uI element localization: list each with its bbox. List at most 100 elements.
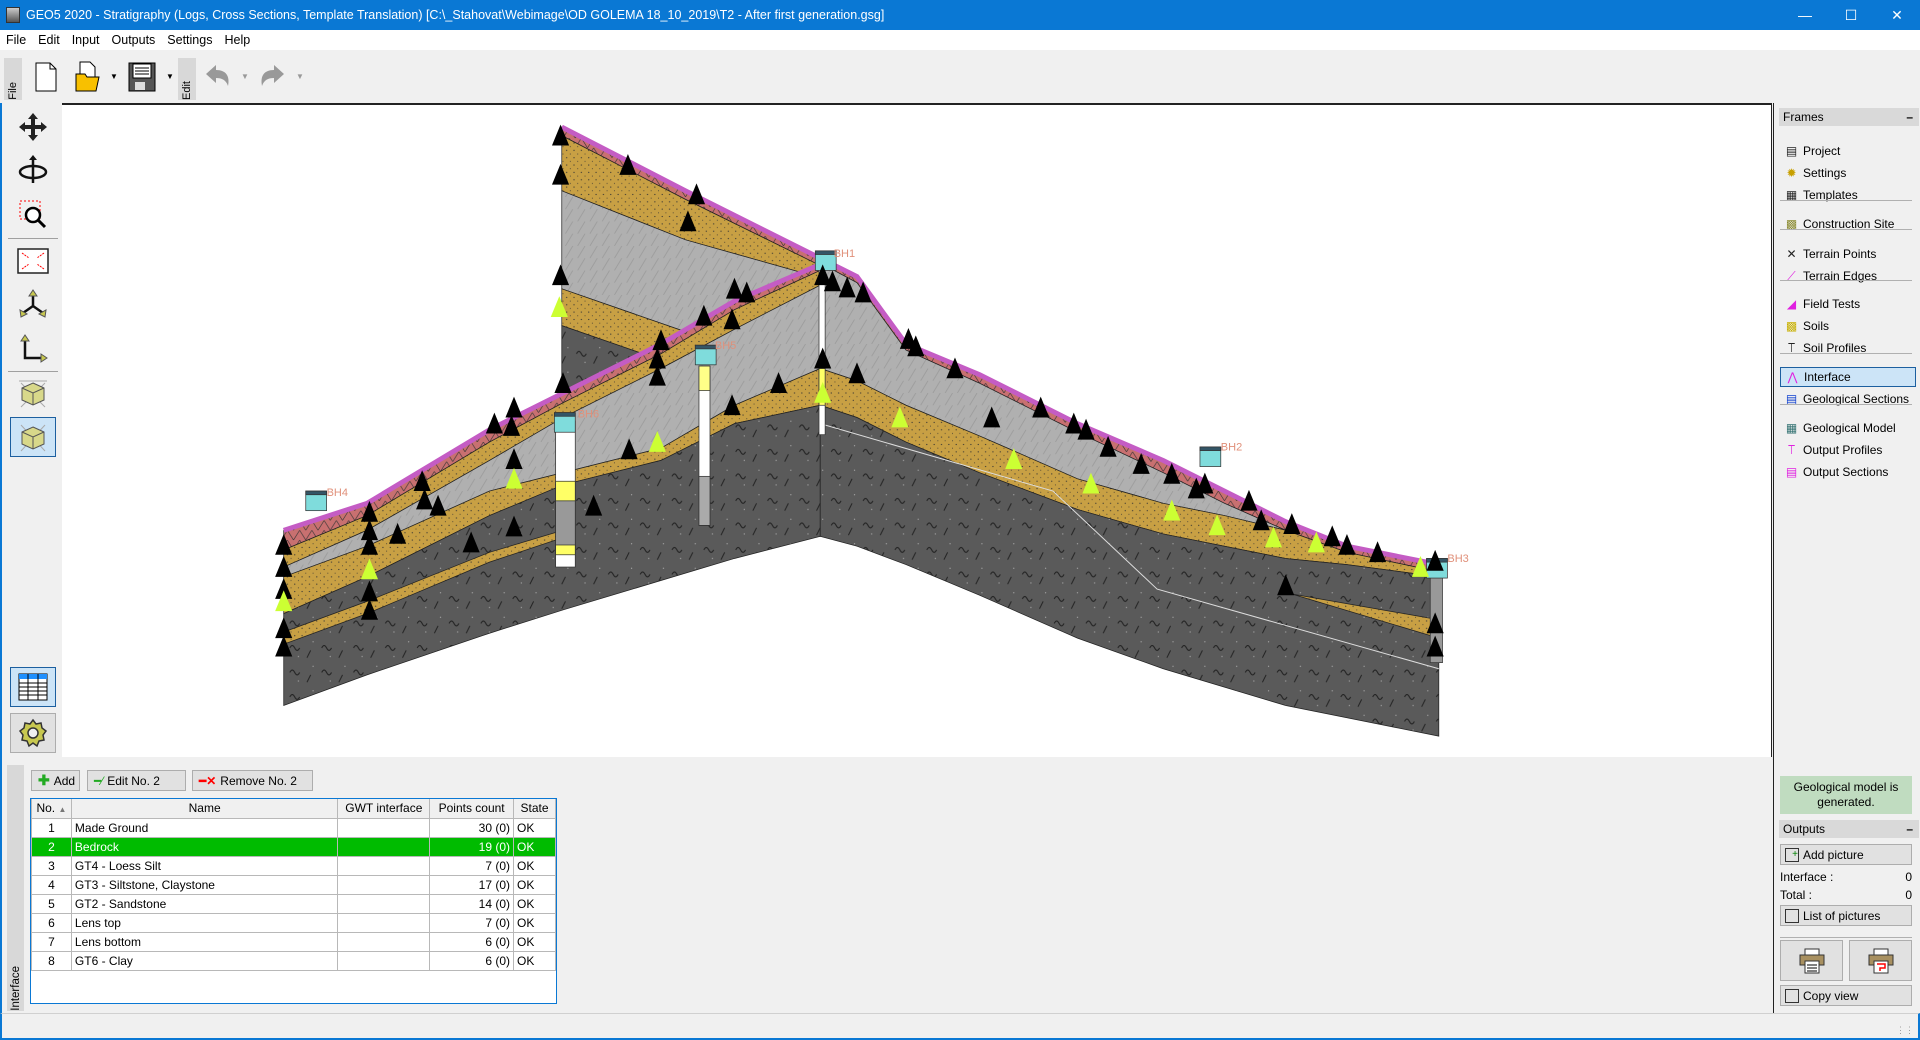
table-row[interactable]: 7 Lens bottom 6 (0) OK xyxy=(31,931,556,952)
table-row[interactable]: 2 Bedrock 19 (0) OK xyxy=(31,836,556,857)
interface-tab[interactable]: Interface xyxy=(7,765,24,1011)
collapse-icon[interactable]: – xyxy=(1906,820,1913,838)
remove-button[interactable]: ━✕ Remove No. 2 xyxy=(192,770,313,791)
undo-dropdown-icon[interactable]: ▼ xyxy=(241,72,249,81)
table-row[interactable]: 1 Made Ground 30 (0) OK xyxy=(31,817,556,838)
frame-item-terrain-edges[interactable]: ⟋ Terrain Edges xyxy=(1780,266,1916,286)
edit-toolbar-tab[interactable]: Edit xyxy=(178,58,196,100)
minimize-button[interactable]: — xyxy=(1782,0,1828,30)
collapse-icon[interactable]: – xyxy=(1906,108,1913,126)
frame-item-output-profiles[interactable]: ⟙ Output Profiles xyxy=(1780,440,1916,460)
frame-item-soils[interactable]: ▩ Soils xyxy=(1780,316,1916,336)
maximize-button[interactable]: ☐ xyxy=(1828,0,1874,30)
settings-button[interactable] xyxy=(10,713,56,753)
table-row[interactable]: 3 GT4 - Loess Silt 7 (0) OK xyxy=(31,855,556,876)
print-pdf-button[interactable] xyxy=(1849,940,1912,981)
status-message: Geological model is generated. xyxy=(1780,776,1912,814)
frame-item-output-sections[interactable]: ▤ Output Sections xyxy=(1780,462,1916,482)
axes-3d-button[interactable] xyxy=(10,284,56,324)
column-header-state[interactable]: State xyxy=(513,799,556,819)
geological-model-3d[interactable]: BH1 BH2 BH3 BH4 BH5 BH6 xyxy=(62,105,1772,757)
cell-points: 17 (0) xyxy=(429,874,515,895)
rotate-button[interactable] xyxy=(10,150,56,190)
column-header-name[interactable]: Name xyxy=(70,799,339,819)
print-button[interactable] xyxy=(1780,940,1843,981)
cell-state: OK xyxy=(513,855,556,876)
redo-icon[interactable] xyxy=(256,60,288,94)
interface-point[interactable] xyxy=(505,396,523,418)
view-top-button[interactable] xyxy=(10,373,56,413)
new-file-icon[interactable] xyxy=(30,60,62,94)
menu-help[interactable]: Help xyxy=(224,33,250,47)
frame-item-field-tests[interactable]: ◢ Field Tests xyxy=(1780,294,1916,314)
interface-count-value: 0 xyxy=(1905,870,1912,884)
zoom-window-button[interactable] xyxy=(10,194,56,234)
cell-state: OK xyxy=(513,817,556,838)
open-file-icon[interactable] xyxy=(72,60,104,94)
borehole-head-top xyxy=(1199,446,1222,451)
separator xyxy=(8,371,58,372)
sort-ascending-icon: ▲ xyxy=(58,805,67,815)
column-header-no[interactable]: No. ▲ xyxy=(31,799,72,819)
copy-view-button[interactable]: Copy view xyxy=(1780,985,1912,1006)
table-row[interactable]: 4 GT3 - Siltstone, Claystone 17 (0) OK xyxy=(31,874,556,895)
menu-edit[interactable]: Edit xyxy=(38,33,60,47)
list-of-pictures-button[interactable]: List of pictures xyxy=(1780,905,1912,926)
menu-file[interactable]: File xyxy=(6,33,26,47)
cell-points: 7 (0) xyxy=(429,912,515,933)
zoom-extents-button[interactable] xyxy=(10,241,56,281)
file-toolbar-tab[interactable]: File xyxy=(4,58,22,100)
frames-header[interactable]: Frames – xyxy=(1779,108,1919,126)
frame-item-geological-model[interactable]: ▦ Geological Model xyxy=(1780,418,1916,438)
add-picture-button[interactable]: + Add picture xyxy=(1780,844,1912,865)
interface-table: No. ▲ Name GWT interface Points count St… xyxy=(30,798,557,1004)
separator xyxy=(1780,200,1912,201)
table-view-button[interactable] xyxy=(10,667,56,707)
frame-item-settings[interactable]: ✹ Settings xyxy=(1780,163,1916,183)
close-button[interactable]: ✕ xyxy=(1874,0,1920,30)
add-picture-icon: + xyxy=(1785,847,1799,862)
terrain-points-icon: ✕ xyxy=(1786,247,1797,261)
3d-model-viewport[interactable]: BH1 BH2 BH3 BH4 BH5 BH6 xyxy=(62,103,1772,757)
cell-gwt xyxy=(337,893,431,914)
frame-item-project[interactable]: ▤ Project xyxy=(1780,141,1916,161)
frame-item-construction-site[interactable]: ▩ Construction Site xyxy=(1780,214,1916,234)
cell-name: Lens bottom xyxy=(70,931,339,952)
axes-3d-icon xyxy=(19,289,47,318)
save-dropdown-icon[interactable]: ▼ xyxy=(166,72,174,81)
frame-item-soil-profiles[interactable]: ⟙ Soil Profiles xyxy=(1780,338,1916,358)
frame-item-geological-sections[interactable]: ▤ Geological Sections xyxy=(1780,389,1916,409)
menu-bar: File Edit Input Outputs Settings Help xyxy=(0,30,1920,50)
frame-item-terrain-points[interactable]: ✕ Terrain Points xyxy=(1780,244,1916,264)
menu-settings[interactable]: Settings xyxy=(167,33,212,47)
borehole-column-layer xyxy=(698,365,711,391)
pan-button[interactable] xyxy=(10,107,56,147)
resize-grip-icon[interactable]: ⋮⋮ xyxy=(1896,1025,1914,1036)
gear-icon xyxy=(18,718,48,748)
table-row[interactable]: 8 GT6 - Clay 6 (0) OK xyxy=(31,950,556,971)
column-header-points[interactable]: Points count xyxy=(429,799,515,819)
edit-button[interactable]: ━⁄ Edit No. 2 xyxy=(87,770,186,791)
table-row[interactable]: 6 Lens top 7 (0) OK xyxy=(31,912,556,933)
menu-outputs[interactable]: Outputs xyxy=(112,33,156,47)
frame-item-templates[interactable]: ▦ Templates xyxy=(1780,185,1916,205)
cell-no: 8 xyxy=(31,950,72,971)
view-cube-top-icon xyxy=(19,380,47,408)
add-button[interactable]: ✚ Add xyxy=(31,770,80,791)
copy-view-icon xyxy=(1785,988,1799,1003)
column-header-gwt[interactable]: GWT interface xyxy=(337,799,431,819)
save-file-icon[interactable] xyxy=(126,60,158,94)
outputs-header[interactable]: Outputs – xyxy=(1779,820,1919,838)
total-count-value: 0 xyxy=(1905,888,1912,902)
frame-item-interface[interactable]: ⋀ Interface xyxy=(1780,367,1916,387)
undo-icon[interactable] xyxy=(202,60,234,94)
open-dropdown-icon[interactable]: ▼ xyxy=(110,72,118,81)
title-bar: GEO5 2020 - Stratigraphy (Logs, Cross Se… xyxy=(0,0,1920,30)
axes-2d-icon xyxy=(20,334,48,363)
menu-input[interactable]: Input xyxy=(72,33,100,47)
redo-dropdown-icon[interactable]: ▼ xyxy=(296,72,304,81)
view-isometric-button[interactable] xyxy=(10,417,56,457)
cell-gwt xyxy=(337,836,431,857)
axes-2d-button[interactable] xyxy=(10,328,56,368)
table-row[interactable]: 5 GT2 - Sandstone 14 (0) OK xyxy=(31,893,556,914)
